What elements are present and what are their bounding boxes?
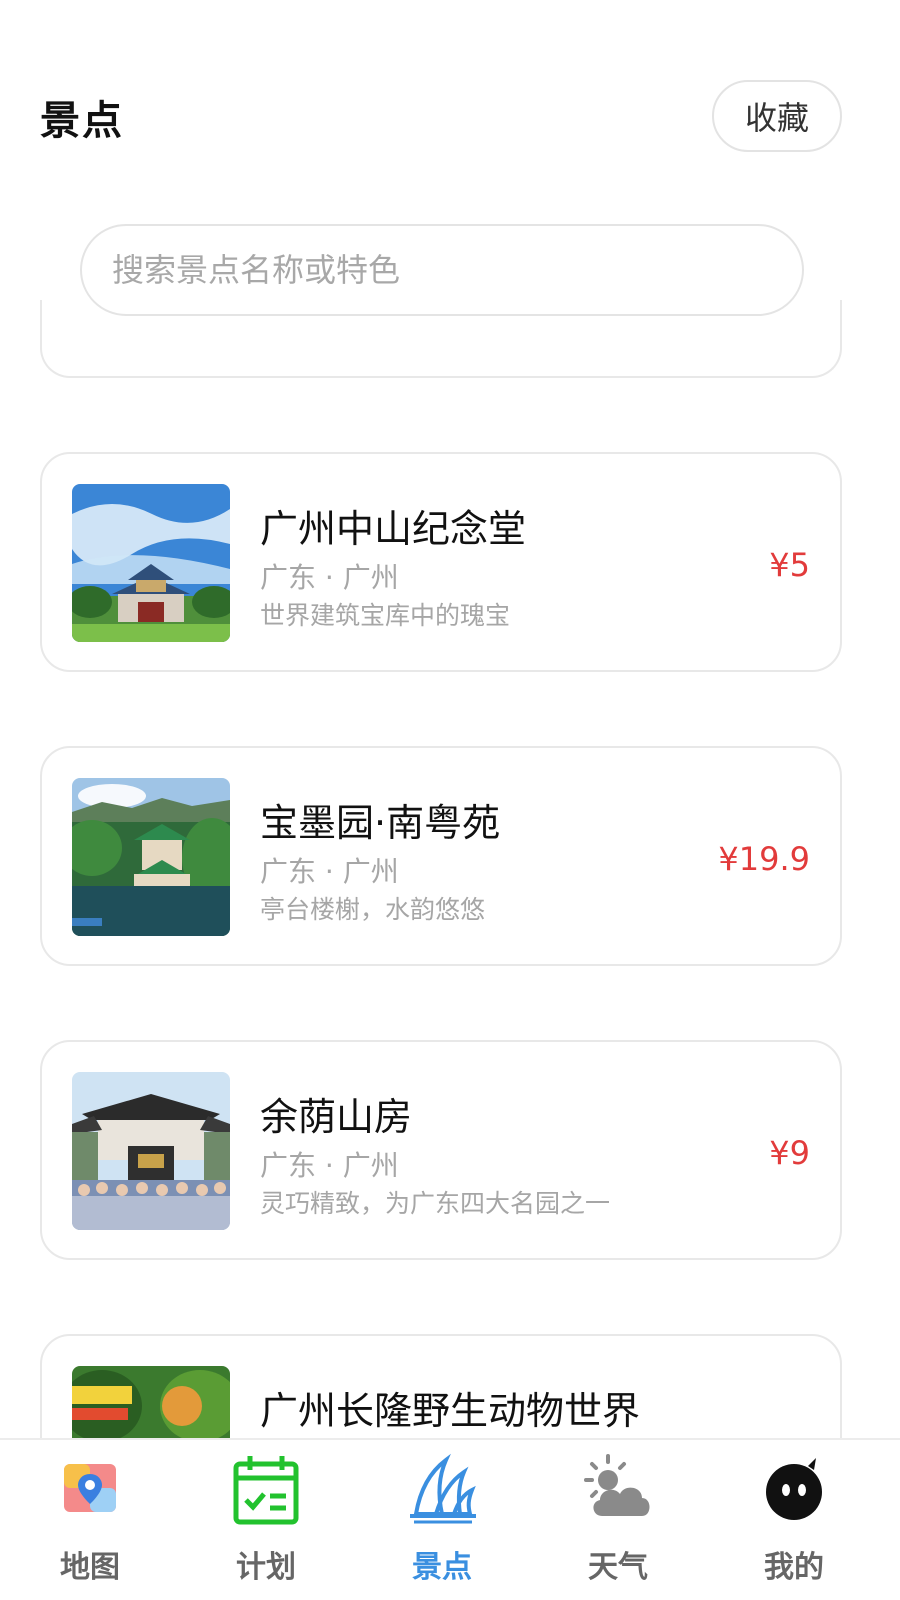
search-input[interactable] <box>112 251 752 289</box>
attraction-thumbnail <box>72 778 230 936</box>
attraction-description: 灵巧精致，为广东四大名园之一 <box>260 1189 611 1218</box>
attraction-region: 广东 · 广州 <box>260 1149 399 1182</box>
attraction-name: 广州中山纪念堂 <box>260 507 527 551</box>
attraction-name: 广州长隆野生动物世界 <box>260 1389 641 1433</box>
attraction-card[interactable]: 宝墨园·南粤苑 广东 · 广州 亭台楼榭，水韵悠悠 ¥19.9 <box>40 746 842 966</box>
bottom-tab-bar: 地图 计划 景点 天气 我的 <box>0 1438 900 1600</box>
profile-icon <box>754 1450 834 1530</box>
attraction-name: 宝墨园·南粤苑 <box>260 801 501 845</box>
tab-plan[interactable]: 计划 <box>176 1440 356 1600</box>
tab-label: 景点 <box>412 1550 472 1585</box>
attraction-thumbnail <box>72 1366 230 1440</box>
attraction-region: 广东 · 广州 <box>260 561 399 594</box>
attraction-price: ¥19.9 <box>718 840 810 878</box>
tab-label: 计划 <box>236 1550 296 1585</box>
attraction-card[interactable]: 广州长隆野生动物世界 <box>40 1334 842 1440</box>
tab-label: 我的 <box>764 1550 824 1585</box>
attraction-price: ¥9 <box>769 1134 810 1172</box>
search-bar[interactable] <box>80 224 804 316</box>
attraction-thumbnail <box>72 484 230 642</box>
attraction-region: 广东 · 广州 <box>260 855 399 888</box>
attraction-price: ¥5 <box>769 546 810 584</box>
tab-attractions[interactable]: 景点 <box>352 1440 532 1600</box>
attraction-list[interactable]: 广州中山纪念堂 广东 · 广州 世界建筑宝库中的瑰宝 ¥5 宝墨园·南粤苑 广东… <box>0 0 900 1440</box>
attraction-card[interactable]: 余荫山房 广东 · 广州 灵巧精致，为广东四大名园之一 ¥9 <box>40 1040 842 1260</box>
attraction-description: 世界建筑宝库中的瑰宝 <box>260 601 511 630</box>
tab-weather[interactable]: 天气 <box>528 1440 708 1600</box>
weather-icon <box>578 1450 658 1530</box>
tab-label: 地图 <box>60 1550 120 1585</box>
attraction-icon <box>402 1450 482 1530</box>
tab-label: 天气 <box>588 1550 648 1585</box>
plan-calendar-icon <box>226 1450 306 1530</box>
attraction-card[interactable]: 广州中山纪念堂 广东 · 广州 世界建筑宝库中的瑰宝 ¥5 <box>40 452 842 672</box>
attraction-thumbnail <box>72 1072 230 1230</box>
attraction-name: 余荫山房 <box>260 1095 413 1139</box>
map-icon <box>50 1450 130 1530</box>
attraction-description: 亭台楼榭，水韵悠悠 <box>260 895 486 924</box>
tab-profile[interactable]: 我的 <box>704 1440 884 1600</box>
tab-map[interactable]: 地图 <box>0 1440 180 1600</box>
